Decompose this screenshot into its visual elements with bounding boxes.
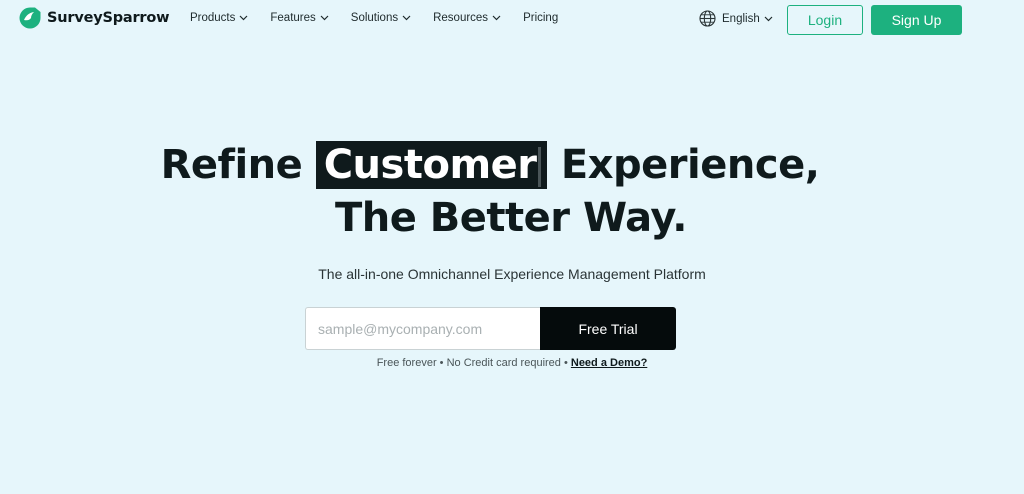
chevron-down-icon bbox=[320, 15, 329, 21]
headline-word: Refine bbox=[160, 142, 303, 188]
hero-headline-line1: Refine Customer Experience, bbox=[0, 140, 1002, 190]
menu-item-label: Features bbox=[270, 12, 316, 24]
headline-highlight: Customer bbox=[315, 141, 548, 189]
free-trial-form: Free Trial bbox=[305, 307, 676, 350]
chevron-down-icon bbox=[402, 15, 411, 21]
chevron-down-icon bbox=[239, 15, 248, 21]
menu-item-pricing[interactable]: Pricing bbox=[523, 12, 558, 24]
trial-note-text: Free forever • No Credit card required • bbox=[376, 357, 568, 369]
hero-headline-line2: The Better Way. bbox=[334, 195, 688, 241]
trial-note: Free forever • No Credit card required •… bbox=[0, 357, 1024, 369]
menu-item-label: Solutions bbox=[350, 12, 399, 24]
hero-subtitle: The all-in-one Omnichannel Experience Ma… bbox=[318, 266, 706, 282]
menu-item-features[interactable]: Features bbox=[270, 12, 329, 24]
brand-name: SurveySparrow bbox=[47, 10, 170, 26]
menu-item-label: Resources bbox=[433, 12, 489, 24]
headline-word: Experience, bbox=[560, 142, 820, 188]
need-demo-link[interactable]: Need a Demo? bbox=[571, 357, 647, 369]
signup-button[interactable]: Sign Up bbox=[871, 5, 962, 35]
chevron-down-icon bbox=[764, 16, 773, 21]
menu-item-label: Products bbox=[190, 12, 236, 24]
menu-item-solutions[interactable]: Solutions bbox=[351, 12, 411, 24]
main-menu: Products Features Solutions Resources Pr… bbox=[190, 12, 580, 24]
menu-item-products[interactable]: Products bbox=[190, 12, 248, 24]
email-input[interactable] bbox=[305, 307, 540, 350]
typing-caret bbox=[538, 147, 542, 187]
menu-item-resources[interactable]: Resources bbox=[433, 12, 501, 24]
sparrow-logo-icon bbox=[19, 7, 41, 29]
language-selector[interactable]: English bbox=[699, 10, 773, 27]
highlight-text: Customer bbox=[323, 142, 537, 188]
free-trial-button[interactable]: Free Trial bbox=[540, 307, 676, 350]
login-button[interactable]: Login bbox=[787, 5, 863, 35]
chevron-down-icon bbox=[492, 15, 501, 21]
language-label: English bbox=[722, 12, 760, 25]
brand-logo-link[interactable]: SurveySparrow bbox=[18, 6, 170, 30]
menu-item-label: Pricing bbox=[523, 12, 559, 24]
globe-icon bbox=[699, 10, 716, 27]
top-navbar: SurveySparrow Products Features Solution… bbox=[0, 0, 1024, 40]
